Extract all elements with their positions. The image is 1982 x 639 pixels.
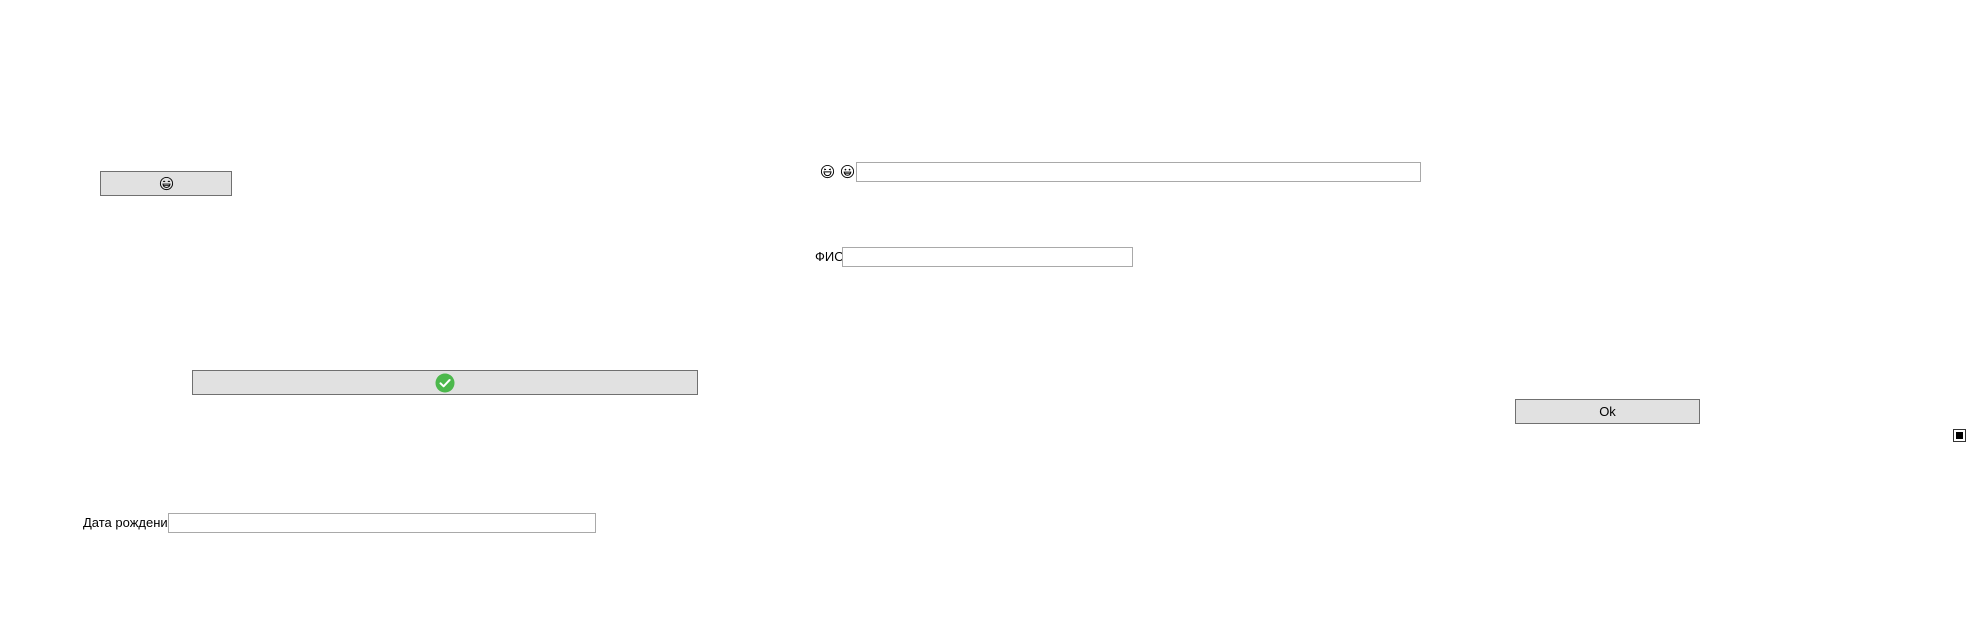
ok-button-label: Ok (1599, 404, 1616, 419)
checkbox-checkmark (1956, 432, 1963, 439)
confirm-button[interactable] (192, 370, 698, 395)
grinning-face-icon (840, 164, 855, 179)
fio-label: ФИО (815, 249, 845, 264)
ok-button[interactable]: Ok (1515, 399, 1700, 424)
check-circle-icon (435, 373, 455, 393)
grinning-face-with-sweat-icon (159, 176, 174, 191)
window-client-area: ФИО Ok Дата рождения (0, 0, 1982, 639)
laughing-face-icon (820, 164, 835, 179)
birth-date-label: Дата рождения (83, 515, 175, 530)
emoji-button[interactable] (100, 171, 232, 196)
emoji-text-input[interactable] (856, 162, 1421, 182)
checkbox[interactable] (1953, 429, 1966, 442)
birth-date-input[interactable] (168, 513, 596, 533)
fio-input[interactable] (842, 247, 1133, 267)
